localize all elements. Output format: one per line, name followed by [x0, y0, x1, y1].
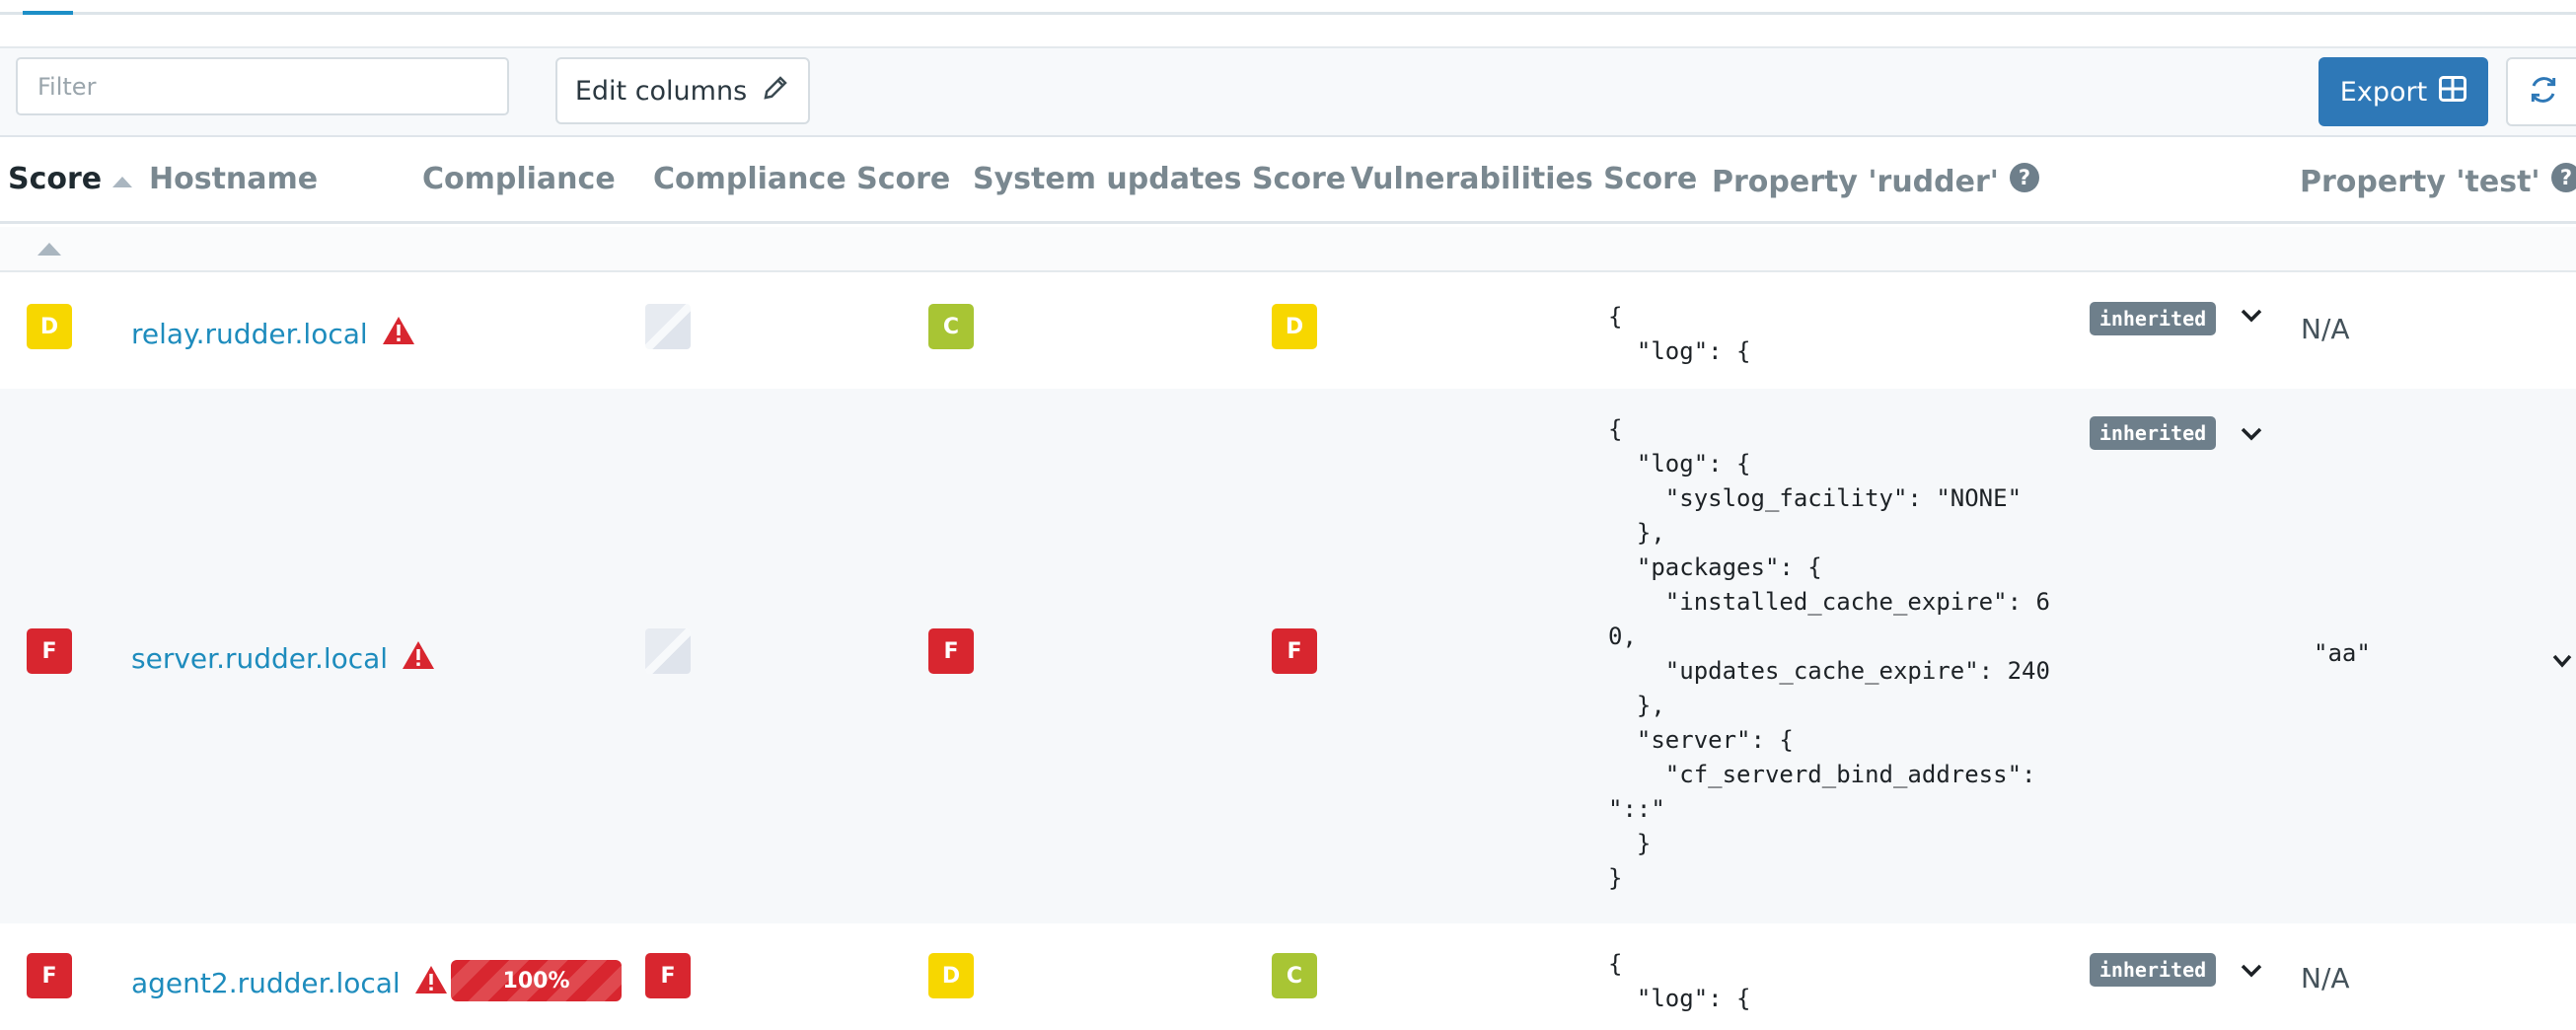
system-updates-score-badge: F: [928, 628, 974, 674]
sort-ascending-icon: [111, 162, 133, 196]
export-button[interactable]: Export: [2318, 57, 2488, 126]
refresh-button[interactable]: [2506, 57, 2576, 126]
score-badge: D: [27, 304, 72, 349]
compliance-score-placeholder: [645, 628, 691, 674]
warning-icon: [414, 965, 448, 1001]
column-header-vulnerabilities-score[interactable]: Vulnerabilities Score: [1351, 162, 1697, 196]
hostname-link[interactable]: relay.rudder.local: [131, 316, 415, 352]
tab-strip-divider: [0, 12, 2576, 15]
sort-up-icon[interactable]: [37, 241, 62, 260]
sort-indicator-row: [0, 227, 2576, 272]
chevron-down-icon[interactable]: [2551, 653, 2573, 673]
edit-columns-button[interactable]: Edit columns: [555, 57, 810, 124]
table-grid-icon: [2439, 75, 2467, 109]
column-header-system-updates-score[interactable]: System updates Score: [973, 162, 1346, 196]
property-rudder-value: { "log": {: [1608, 950, 1751, 1012]
vulnerabilities-score-badge: D: [1272, 304, 1317, 349]
chevron-down-icon[interactable]: [2240, 426, 2263, 446]
svg-text:?: ?: [2560, 166, 2572, 189]
help-icon[interactable]: ?: [2009, 162, 2040, 201]
column-header-compliance[interactable]: Compliance: [422, 162, 616, 196]
column-header-property-test[interactable]: Property 'test' ?: [2300, 162, 2576, 201]
inherited-badge: inherited: [2090, 953, 2216, 987]
help-icon[interactable]: ?: [2550, 162, 2576, 201]
table-row: D relay.rudder.local C D { "log": { inhe…: [0, 274, 2576, 389]
column-header-score[interactable]: Score: [8, 162, 133, 196]
warning-icon: [402, 640, 435, 677]
hostname-link[interactable]: agent2.rudder.local: [131, 965, 448, 1001]
vulnerabilities-score-badge: F: [1272, 628, 1317, 674]
chevron-down-icon[interactable]: [2240, 308, 2263, 328]
property-test-value: N/A: [2301, 313, 2350, 345]
warning-icon: [382, 316, 415, 352]
table-row: F agent2.rudder.local 100% F D C { "log"…: [0, 923, 2576, 1030]
chevron-down-icon[interactable]: [2240, 963, 2263, 983]
svg-text:?: ?: [2019, 166, 2030, 189]
inherited-badge: inherited: [2090, 416, 2216, 450]
hostname-link[interactable]: server.rudder.local: [131, 640, 435, 677]
column-header-property-rudder[interactable]: Property 'rudder' ?: [1712, 162, 2040, 201]
system-updates-score-badge: C: [928, 304, 974, 349]
property-rudder-value: { "log": { "syslog_facility": "NONE" }, …: [1608, 415, 2050, 892]
table-row: F server.rudder.local F F { "log": { "sy…: [0, 389, 2576, 923]
compliance-score-badge: F: [645, 953, 691, 998]
system-updates-score-badge: D: [928, 953, 974, 998]
export-label: Export: [2339, 76, 2428, 108]
filter-input[interactable]: [16, 57, 509, 115]
compliance-score-placeholder: [645, 304, 691, 349]
property-rudder-value: { "log": {: [1608, 303, 1751, 365]
refresh-icon: [2528, 74, 2559, 110]
column-header-hostname[interactable]: Hostname: [149, 162, 318, 196]
edit-columns-label: Edit columns: [574, 75, 748, 107]
inherited-badge: inherited: [2090, 302, 2216, 335]
pencil-icon: [761, 73, 790, 110]
property-test-value: "aa": [2314, 639, 2371, 667]
score-badge: F: [27, 628, 72, 674]
vulnerabilities-score-badge: C: [1272, 953, 1317, 998]
column-header-compliance-score[interactable]: Compliance Score: [653, 162, 950, 196]
property-test-value: N/A: [2301, 962, 2350, 994]
active-tab-indicator: [23, 11, 73, 15]
score-badge: F: [27, 953, 72, 998]
compliance-bar[interactable]: 100%: [451, 960, 622, 1001]
